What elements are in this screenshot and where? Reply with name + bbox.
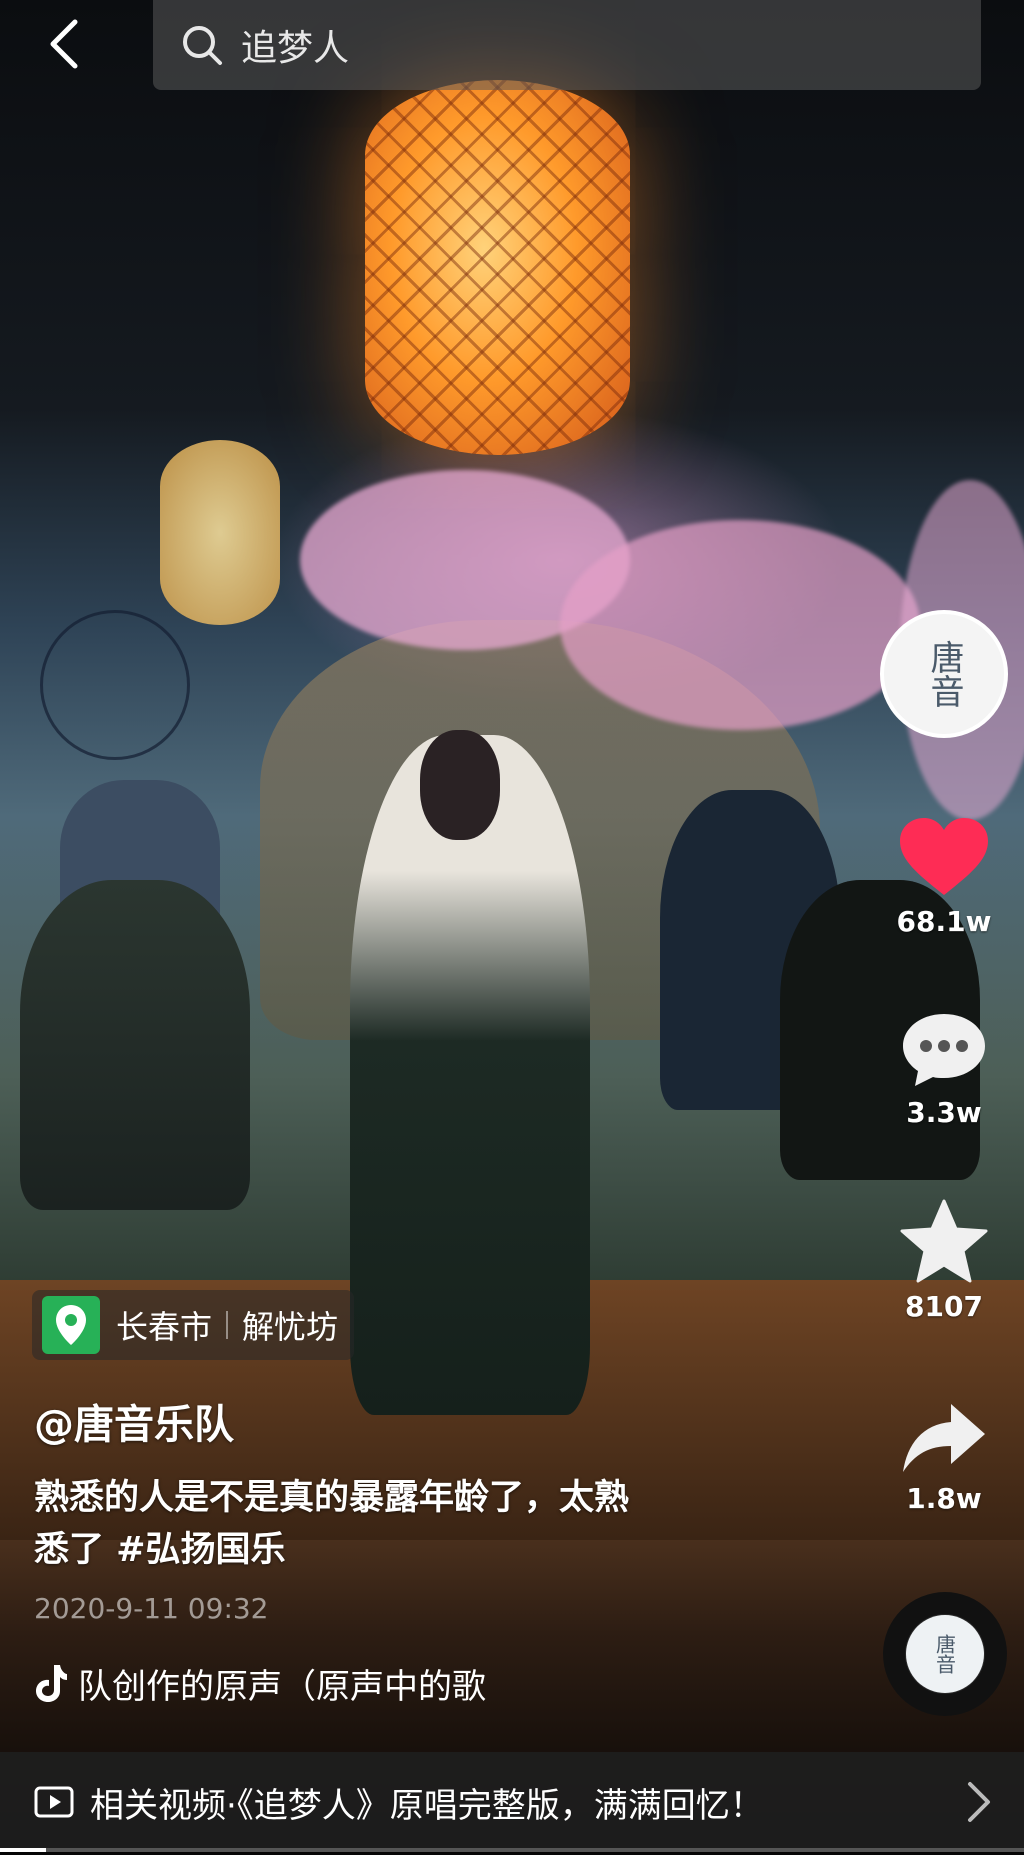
blossom-cluster — [560, 520, 920, 730]
author-name[interactable]: @唐音乐队 — [34, 1392, 234, 1450]
caption-line[interactable]: 悉了 #弘扬国乐 — [34, 1524, 754, 1576]
post-date: 2020-9-11 09:32 — [34, 1592, 269, 1625]
location-place: 解忧坊 — [242, 1308, 339, 1346]
location-pin-icon — [42, 1296, 100, 1354]
video-frame[interactable] — [0, 0, 1024, 1855]
favorite-button[interactable]: 8107 — [880, 1198, 1008, 1323]
comment-count: 3.3w — [906, 1096, 982, 1129]
favorite-count: 8107 — [905, 1290, 983, 1323]
search-icon — [183, 26, 222, 65]
disc-avatar: 唐音 — [906, 1615, 984, 1693]
caption-line: 熟悉的人是不是真的暴露年龄了，太熟 — [34, 1478, 630, 1518]
heart-icon — [900, 818, 988, 895]
share-arrow-icon — [903, 1404, 985, 1472]
video-icon — [34, 1786, 74, 1818]
related-videos-bar[interactable]: 相关视频·《追梦人》原唱完整版，满满回忆！ — [0, 1752, 1024, 1852]
like-button[interactable]: 68.1w — [880, 815, 1008, 938]
related-video-text: 相关视频·《追梦人》原唱完整版，满满回忆！ — [90, 1785, 764, 1826]
search-query: 追梦人 — [241, 28, 350, 69]
lantern — [365, 80, 630, 455]
progress-fill — [0, 1848, 47, 1852]
star-icon — [900, 1199, 988, 1283]
disc-logo-text: 唐音 — [932, 1634, 957, 1674]
back-button[interactable] — [40, 16, 88, 72]
music-marquee[interactable]: 队创作的原声（原声中的歌 — [34, 1658, 486, 1708]
location-tag[interactable]: 长春市 解忧坊 — [32, 1290, 355, 1360]
singer-head — [420, 730, 500, 840]
chevron-right-icon — [968, 1782, 990, 1822]
location-city: 长春市 — [116, 1308, 213, 1346]
music-disc[interactable]: 唐音 — [883, 1592, 1007, 1716]
share-button[interactable]: 1.8w — [880, 1400, 1008, 1515]
comment-button[interactable]: 3.3w — [880, 1010, 1008, 1129]
video-progress-bar[interactable] — [0, 1848, 1024, 1852]
author-avatar[interactable]: 唐音 — [880, 610, 1008, 738]
wall-emblem — [40, 610, 190, 760]
location-divider — [226, 1311, 229, 1339]
share-count: 1.8w — [906, 1482, 982, 1515]
video-caption: 熟悉的人是不是真的暴露年龄了，太熟 悉了 #弘扬国乐 — [34, 1472, 754, 1576]
top-bar: 追梦人 — [0, 0, 1024, 100]
music-title: 队创作的原声（原声中的歌 — [78, 1666, 486, 1707]
erhu-player — [20, 880, 250, 1210]
small-lantern — [160, 440, 280, 625]
avatar-logo-text: 唐音 — [924, 640, 964, 708]
like-count: 68.1w — [896, 905, 992, 938]
search-input[interactable]: 追梦人 — [153, 0, 981, 90]
chevron-left-icon — [50, 19, 78, 69]
tiktok-note-icon — [36, 1665, 67, 1702]
comment-icon — [903, 1014, 985, 1086]
